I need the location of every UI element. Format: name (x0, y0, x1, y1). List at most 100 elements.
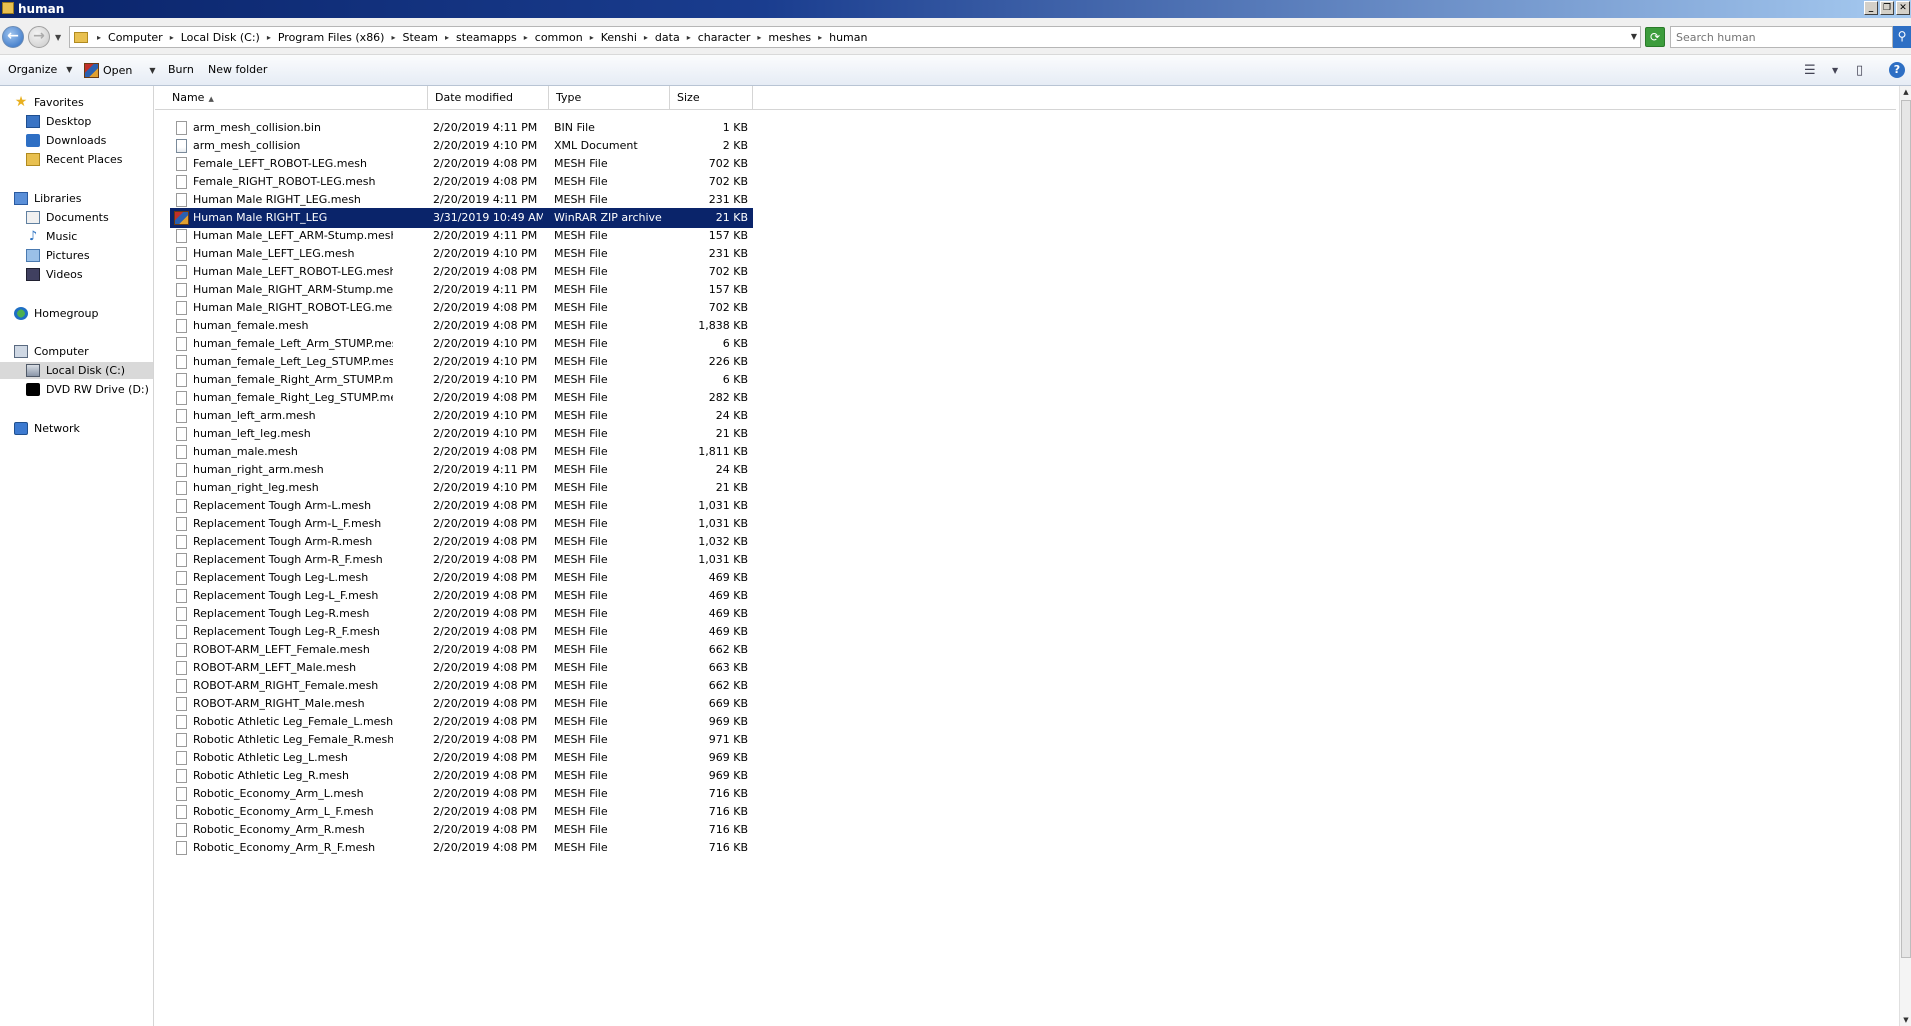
breadcrumb-separator-icon[interactable]: ▸ (442, 33, 452, 42)
file-row[interactable]: human_right_arm.mesh 2/20/2019 4:11 PM MES… (170, 460, 753, 480)
breadcrumb-separator-icon[interactable]: ▸ (815, 33, 825, 42)
file-row[interactable]: ROBOT-ARM_LEFT_Female.mesh 2/20/2019 4:08… (170, 640, 753, 660)
refresh-button[interactable]: ⟳ (1645, 27, 1665, 47)
chevron-down-icon[interactable]: ▼ (149, 66, 155, 75)
breadcrumb-item[interactable]: ▸ meshes (754, 31, 815, 44)
file-row[interactable]: ROBOT-ARM_RIGHT_Male.mesh 2/20/2019 4:08 … (170, 694, 753, 714)
breadcrumb-item[interactable]: ▸ common (521, 31, 587, 44)
file-row[interactable]: human_female_Left_Arm_STUMP.mesh 2/20/201… (170, 334, 753, 354)
file-row[interactable]: Human Male RIGHT_LEG.mesh 2/20/2019 4:11 … (170, 190, 753, 210)
file-row[interactable]: ROBOT-ARM_LEFT_Male.mesh 2/20/2019 4:08 P… (170, 658, 753, 678)
breadcrumb-separator-icon[interactable]: ▸ (264, 33, 274, 42)
breadcrumb-separator-icon[interactable]: ▸ (641, 33, 651, 42)
file-row[interactable]: Robotic_Economy_Arm_R_F.mesh 2/20/2019 4:… (170, 838, 753, 858)
nav-network[interactable]: Network (0, 420, 153, 437)
breadcrumb-item[interactable]: ▸ Steam (388, 31, 442, 44)
nav-recent-places[interactable]: Recent Places (0, 151, 153, 168)
scroll-down-icon[interactable]: ▼ (1900, 1014, 1911, 1026)
breadcrumb-item[interactable]: ▸ steamapps (442, 31, 521, 44)
breadcrumb-item[interactable]: ▸ human (815, 31, 871, 44)
file-row[interactable]: Robotic Athletic Leg_Female_L.mesh 2/20/2… (170, 712, 753, 732)
file-row[interactable]: Replacement Tough Arm-R_F.mesh 2/20/2019 … (170, 550, 753, 570)
nav-local-disk[interactable]: Local Disk (C:) (0, 362, 153, 379)
file-row[interactable]: Human Male_RIGHT_ROBOT-LEG.mesh 2/20/2019… (170, 298, 753, 318)
nav-homegroup[interactable]: Homegroup (0, 305, 153, 322)
scroll-thumb[interactable] (1901, 100, 1911, 958)
column-header-date[interactable]: Date modified (428, 86, 549, 110)
breadcrumb-item[interactable]: ▸ Program Files (x86) (264, 31, 389, 44)
file-row[interactable]: Human Male_LEFT_ARM-Stump.mesh 2/20/2019 … (170, 226, 753, 246)
nav-dvd-drive[interactable]: DVD RW Drive (D:) 17 (0, 381, 153, 398)
recent-pages-dropdown[interactable]: ▼ (55, 33, 61, 42)
breadcrumb-separator-icon[interactable]: ▸ (521, 33, 531, 42)
breadcrumb-separator-icon[interactable]: ▸ (94, 33, 104, 42)
file-row[interactable]: Robotic_Economy_Arm_R.mesh 2/20/2019 4:08… (170, 820, 753, 840)
breadcrumb-item[interactable]: ▸ Kenshi (587, 31, 641, 44)
breadcrumb-separator-icon[interactable]: ▸ (388, 33, 398, 42)
burn-button[interactable]: Burn (168, 63, 194, 76)
breadcrumb-separator-icon[interactable]: ▸ (684, 33, 694, 42)
address-history-dropdown[interactable]: ▼ (1631, 32, 1637, 41)
column-header-size[interactable]: Size (670, 86, 753, 110)
nav-videos[interactable]: Videos (0, 266, 153, 283)
breadcrumb-item[interactable]: ▸ data (641, 31, 684, 44)
column-header-type[interactable]: Type (549, 86, 670, 110)
vertical-scrollbar[interactable]: ▲ ▼ (1899, 86, 1911, 1026)
file-row[interactable]: Replacement Tough Leg-L.mesh 2/20/2019 4:… (170, 568, 753, 588)
nav-computer[interactable]: Computer (0, 343, 153, 360)
scroll-up-icon[interactable]: ▲ (1900, 86, 1911, 98)
view-dropdown-icon[interactable]: ▼ (1832, 66, 1838, 75)
file-row[interactable]: Replacement Tough Leg-R.mesh 2/20/2019 4:… (170, 604, 753, 624)
nav-documents[interactable]: Documents (0, 209, 153, 226)
breadcrumb-item[interactable]: ▸ character (684, 31, 755, 44)
file-row[interactable]: Robotic Athletic Leg_L.mesh 2/20/2019 4:0… (170, 748, 753, 768)
file-row[interactable]: Female_LEFT_ROBOT-LEG.mesh 2/20/2019 4:08… (170, 154, 753, 174)
file-row[interactable]: human_female_Right_Leg_STUMP.mesh 2/20/20… (170, 388, 753, 408)
file-row[interactable]: human_female_Right_Arm_STUMP.mesh 2/20/20… (170, 370, 753, 390)
view-options-icon[interactable]: ☰ (1804, 63, 1816, 78)
help-icon[interactable]: ? (1889, 62, 1905, 78)
open-button[interactable]: Open ▼ (84, 63, 156, 78)
breadcrumb-item[interactable]: ▸ Computer (94, 31, 167, 44)
file-row[interactable]: Human Male_LEFT_ROBOT-LEG.mesh 2/20/2019 … (170, 262, 753, 282)
file-row[interactable]: Human Male_LEFT_LEG.mesh 2/20/2019 4:10 P… (170, 244, 753, 264)
nav-desktop[interactable]: Desktop (0, 113, 153, 130)
breadcrumb-separator-icon[interactable]: ▸ (167, 33, 177, 42)
nav-downloads[interactable]: Downloads (0, 132, 153, 149)
file-row[interactable]: ROBOT-ARM_RIGHT_Female.mesh 2/20/2019 4:0… (170, 676, 753, 696)
file-row[interactable]: human_right_leg.mesh 2/20/2019 4:10 PM MES… (170, 478, 753, 498)
file-row[interactable]: Replacement Tough Leg-L_F.mesh 2/20/2019 … (170, 586, 753, 606)
file-row[interactable]: Robotic_Economy_Arm_L.mesh 2/20/2019 4:08… (170, 784, 753, 804)
file-row[interactable]: human_female.mesh 2/20/2019 4:08 PM MESH F… (170, 316, 753, 336)
nav-libraries[interactable]: Libraries (0, 190, 153, 207)
column-header-name[interactable]: Name ▲ (155, 86, 428, 110)
organize-menu[interactable]: Organize ▼ (8, 63, 72, 76)
nav-pictures[interactable]: Pictures (0, 247, 153, 264)
back-button[interactable]: ← (2, 26, 24, 48)
nav-music[interactable]: ♪ Music (0, 228, 153, 245)
breadcrumb-separator-icon[interactable]: ▸ (754, 33, 764, 42)
file-row[interactable]: Human Male_RIGHT_ARM-Stump.mesh 2/20/2019… (170, 280, 753, 300)
file-row[interactable]: Human Male RIGHT_LEG 3/31/2019 10:49 AM Wi… (170, 208, 753, 228)
close-button[interactable]: ✕ (1896, 1, 1910, 15)
file-row[interactable]: Replacement Tough Arm-L_F.mesh 2/20/2019 … (170, 514, 753, 534)
breadcrumb-separator-icon[interactable]: ▸ (587, 33, 597, 42)
restore-button[interactable]: ❐ (1880, 1, 1894, 15)
minimize-button[interactable]: _ (1864, 1, 1878, 15)
search-input[interactable] (1670, 26, 1893, 48)
breadcrumb[interactable]: ▸ Computer ▸ Local Disk (C:) ▸ Program Files … (69, 26, 1641, 48)
file-row[interactable]: Replacement Tough Arm-R.mesh 2/20/2019 4:… (170, 532, 753, 552)
file-row[interactable]: Replacement Tough Arm-L.mesh 2/20/2019 4:… (170, 496, 753, 516)
file-row[interactable]: Robotic_Economy_Arm_L_F.mesh 2/20/2019 4:… (170, 802, 753, 822)
new-folder-button[interactable]: New folder (208, 63, 267, 76)
search-icon[interactable]: ⚲ (1893, 26, 1911, 48)
file-row[interactable]: Robotic Athletic Leg_R.mesh 2/20/2019 4:0… (170, 766, 753, 786)
file-row[interactable]: Replacement Tough Leg-R_F.mesh 2/20/2019 … (170, 622, 753, 642)
file-row[interactable]: arm_mesh_collision 2/20/2019 4:10 PM XML D… (170, 136, 753, 156)
forward-button[interactable]: → (28, 26, 50, 48)
file-row[interactable]: Robotic Athletic Leg_Female_R.mesh 2/20/2… (170, 730, 753, 750)
file-row[interactable]: arm_mesh_collision.bin 2/20/2019 4:11 PM B… (170, 118, 753, 138)
file-row[interactable]: human_female_Left_Leg_STUMP.mesh 2/20/201… (170, 352, 753, 372)
preview-pane-icon[interactable]: ▯ (1856, 63, 1863, 78)
file-row[interactable]: human_left_arm.mesh 2/20/2019 4:10 PM MESH… (170, 406, 753, 426)
